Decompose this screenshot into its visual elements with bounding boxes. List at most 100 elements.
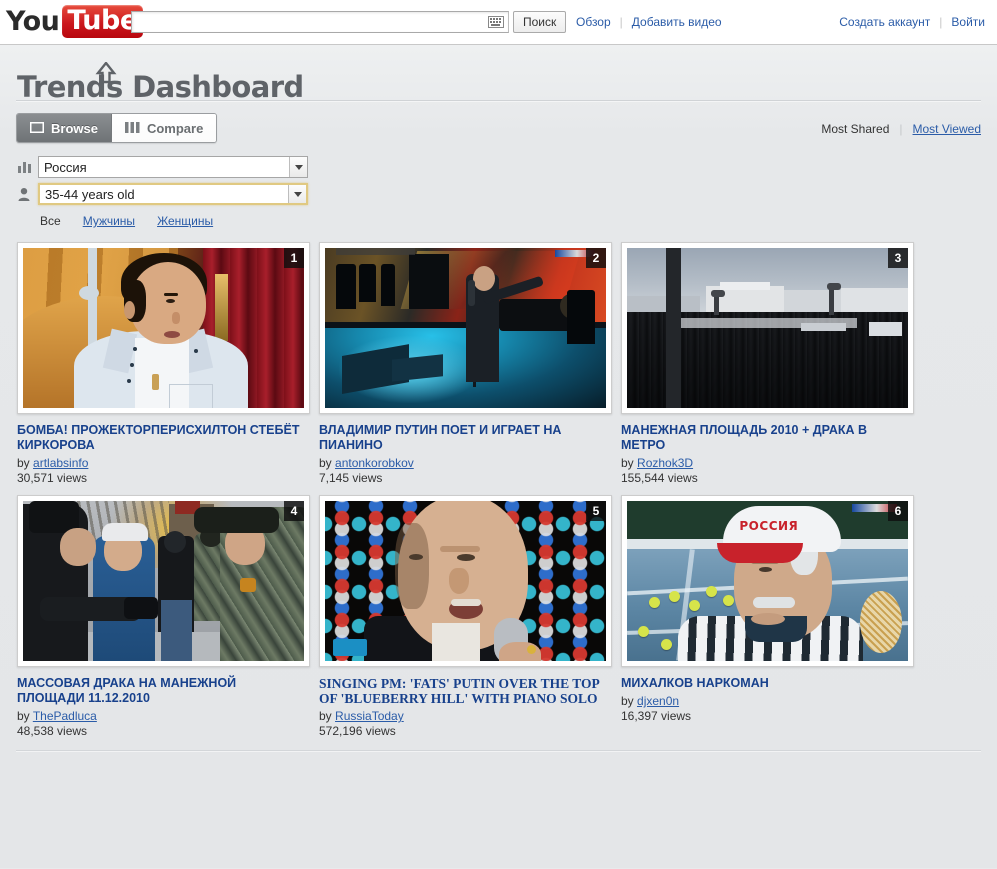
- thumbnail-image-1: 1: [23, 248, 304, 408]
- browse-link[interactable]: Обзор: [576, 15, 611, 29]
- tab-compare[interactable]: Compare: [111, 114, 217, 142]
- sort-divider: |: [899, 122, 903, 136]
- search-button[interactable]: Поиск: [513, 11, 567, 33]
- bar-chart-icon: [18, 161, 38, 173]
- thumbnail-image-4: 4: [23, 501, 304, 661]
- author-link[interactable]: Rozhok3D: [637, 456, 693, 470]
- rank-badge: 3: [888, 248, 908, 268]
- author-link[interactable]: ThePadluca: [33, 709, 97, 723]
- video-title[interactable]: Бомба! Прожекторперисхилтон стебёт Кирко…: [17, 423, 303, 453]
- thumbnail-image-2: 2: [325, 248, 606, 408]
- thumbnail-image-5: 5: [325, 501, 606, 661]
- video-author-line: by djxen0n: [621, 694, 914, 708]
- region-select[interactable]: Россия: [38, 156, 308, 178]
- video-thumbnail[interactable]: РОССИЯ 6: [621, 495, 914, 667]
- age-filter-row: 35-44 years old: [18, 183, 981, 205]
- video-card: 2 Владимир Путин поет и играет на пианин…: [319, 242, 612, 485]
- sort-bar: Most Shared | Most Viewed: [821, 122, 981, 136]
- gender-all[interactable]: Все: [40, 214, 61, 228]
- rank-badge: 6: [888, 501, 908, 521]
- rank-badge: 4: [284, 501, 304, 521]
- bars-icon: [124, 121, 140, 136]
- page-title-text: Trends Dashboard: [17, 70, 304, 104]
- masthead-links-right: Создать аккаунт | Войти: [839, 15, 985, 29]
- by-prefix: by: [17, 709, 30, 723]
- video-thumbnail[interactable]: 1: [17, 242, 310, 414]
- page-body: Trends Dashboard Browse Compare Most Sha…: [0, 45, 997, 868]
- masthead-divider: |: [619, 15, 623, 29]
- sign-in-link[interactable]: Войти: [951, 15, 985, 29]
- search-field[interactable]: [131, 11, 509, 33]
- chevron-down-icon-age[interactable]: [288, 185, 306, 203]
- video-card: 3 Манежная площадь 2010 + драка в метро …: [621, 242, 914, 485]
- video-thumbnail[interactable]: 3: [621, 242, 914, 414]
- age-select[interactable]: 35-44 years old: [38, 183, 308, 205]
- by-prefix: by: [319, 709, 332, 723]
- video-card: РОССИЯ 6 Михалков наркоман by djxen0n 16…: [621, 495, 914, 738]
- tab-compare-label: Compare: [146, 120, 204, 136]
- create-account-link[interactable]: Создать аккаунт: [839, 15, 930, 29]
- masthead-links-left: Обзор | Добавить видео: [576, 15, 722, 29]
- video-thumbnail[interactable]: 5: [319, 495, 612, 667]
- video-views: 16,397 views: [621, 709, 692, 723]
- video-author-line: by Rozhok3D: [621, 456, 914, 470]
- video-title[interactable]: Владимир Путин поет и играет на пианино: [319, 423, 605, 453]
- rt-logo: [333, 639, 368, 657]
- video-thumbnail[interactable]: 2: [319, 242, 612, 414]
- rank-badge: 1: [284, 248, 304, 268]
- rectangle-icon: [29, 121, 45, 136]
- rank-badge: 2: [586, 248, 606, 268]
- video-title[interactable]: Массовая драка на Манежной площади 11.12…: [17, 676, 303, 706]
- sort-most-viewed[interactable]: Most Viewed: [913, 122, 981, 136]
- search-area: Поиск: [131, 11, 567, 33]
- tab-browse-label: Browse: [51, 120, 98, 136]
- thumbnail-image-6: РОССИЯ 6: [627, 501, 908, 661]
- youtube-logo[interactable]: You Tube: [6, 5, 143, 38]
- chevron-down-icon[interactable]: [289, 157, 307, 177]
- video-thumbnail[interactable]: 4: [17, 495, 310, 667]
- video-views: 7,145 views: [319, 471, 383, 485]
- upload-link[interactable]: Добавить видео: [632, 15, 722, 29]
- region-select-value: Россия: [44, 159, 87, 175]
- by-prefix: by: [319, 456, 332, 470]
- author-link[interactable]: djxen0n: [637, 694, 679, 708]
- video-author-line: by ThePadluca: [17, 709, 310, 723]
- masthead-divider-2: |: [939, 15, 943, 29]
- video-author-line: by antonkorobkov: [319, 456, 612, 470]
- video-title[interactable]: Манежная площадь 2010 + драка в метро: [621, 423, 907, 453]
- thumbnail-image-3: 3: [627, 248, 908, 408]
- sort-most-shared[interactable]: Most Shared: [821, 122, 889, 136]
- page-title: Trends Dashboard: [16, 45, 981, 104]
- view-tabs: Browse Compare: [16, 113, 218, 143]
- author-link[interactable]: antonkorobkov: [335, 456, 414, 470]
- footer-divider: [16, 750, 981, 752]
- gender-filter: Все Мужчины Женщины: [18, 210, 981, 228]
- video-card: 5 Singing PM: 'Fats' Putin over the top …: [319, 495, 612, 738]
- author-link[interactable]: RussiaToday: [335, 709, 404, 723]
- region-filter-row: Россия: [18, 156, 981, 178]
- video-views: 572,196 views: [319, 724, 396, 738]
- person-icon: [18, 187, 38, 201]
- by-prefix: by: [17, 456, 30, 470]
- author-link[interactable]: artlabsinfo: [33, 456, 88, 470]
- cap-text: РОССИЯ: [739, 518, 799, 533]
- search-input[interactable]: [132, 12, 492, 32]
- video-title[interactable]: Михалков наркоман: [621, 676, 907, 691]
- video-author-line: by artlabsinfo: [17, 456, 310, 470]
- video-card: 1 Бомба! Прожекторперисхилтон стебёт Кир…: [17, 242, 310, 485]
- tab-browse[interactable]: Browse: [17, 114, 112, 142]
- video-views: 30,571 views: [17, 471, 88, 485]
- video-card: 4 Массовая драка на Манежной площади 11.…: [17, 495, 310, 738]
- video-grid: 1 Бомба! Прожекторперисхилтон стебёт Кир…: [17, 228, 981, 748]
- masthead: You Tube Поиск Обзор | Добавить видео Со…: [0, 0, 997, 45]
- video-views: 155,544 views: [621, 471, 698, 485]
- gender-female[interactable]: Женщины: [157, 214, 213, 228]
- video-views: 48,538 views: [17, 724, 88, 738]
- by-prefix: by: [621, 694, 634, 708]
- filter-panel: Россия 35-44 years old Все Мужчины Женщи…: [16, 148, 981, 228]
- video-title[interactable]: Singing PM: 'Fats' Putin over the top of…: [319, 676, 605, 706]
- by-prefix: by: [621, 456, 634, 470]
- gender-male[interactable]: Мужчины: [83, 214, 135, 228]
- video-author-line: by RussiaToday: [319, 709, 612, 723]
- keyboard-icon[interactable]: [488, 16, 504, 28]
